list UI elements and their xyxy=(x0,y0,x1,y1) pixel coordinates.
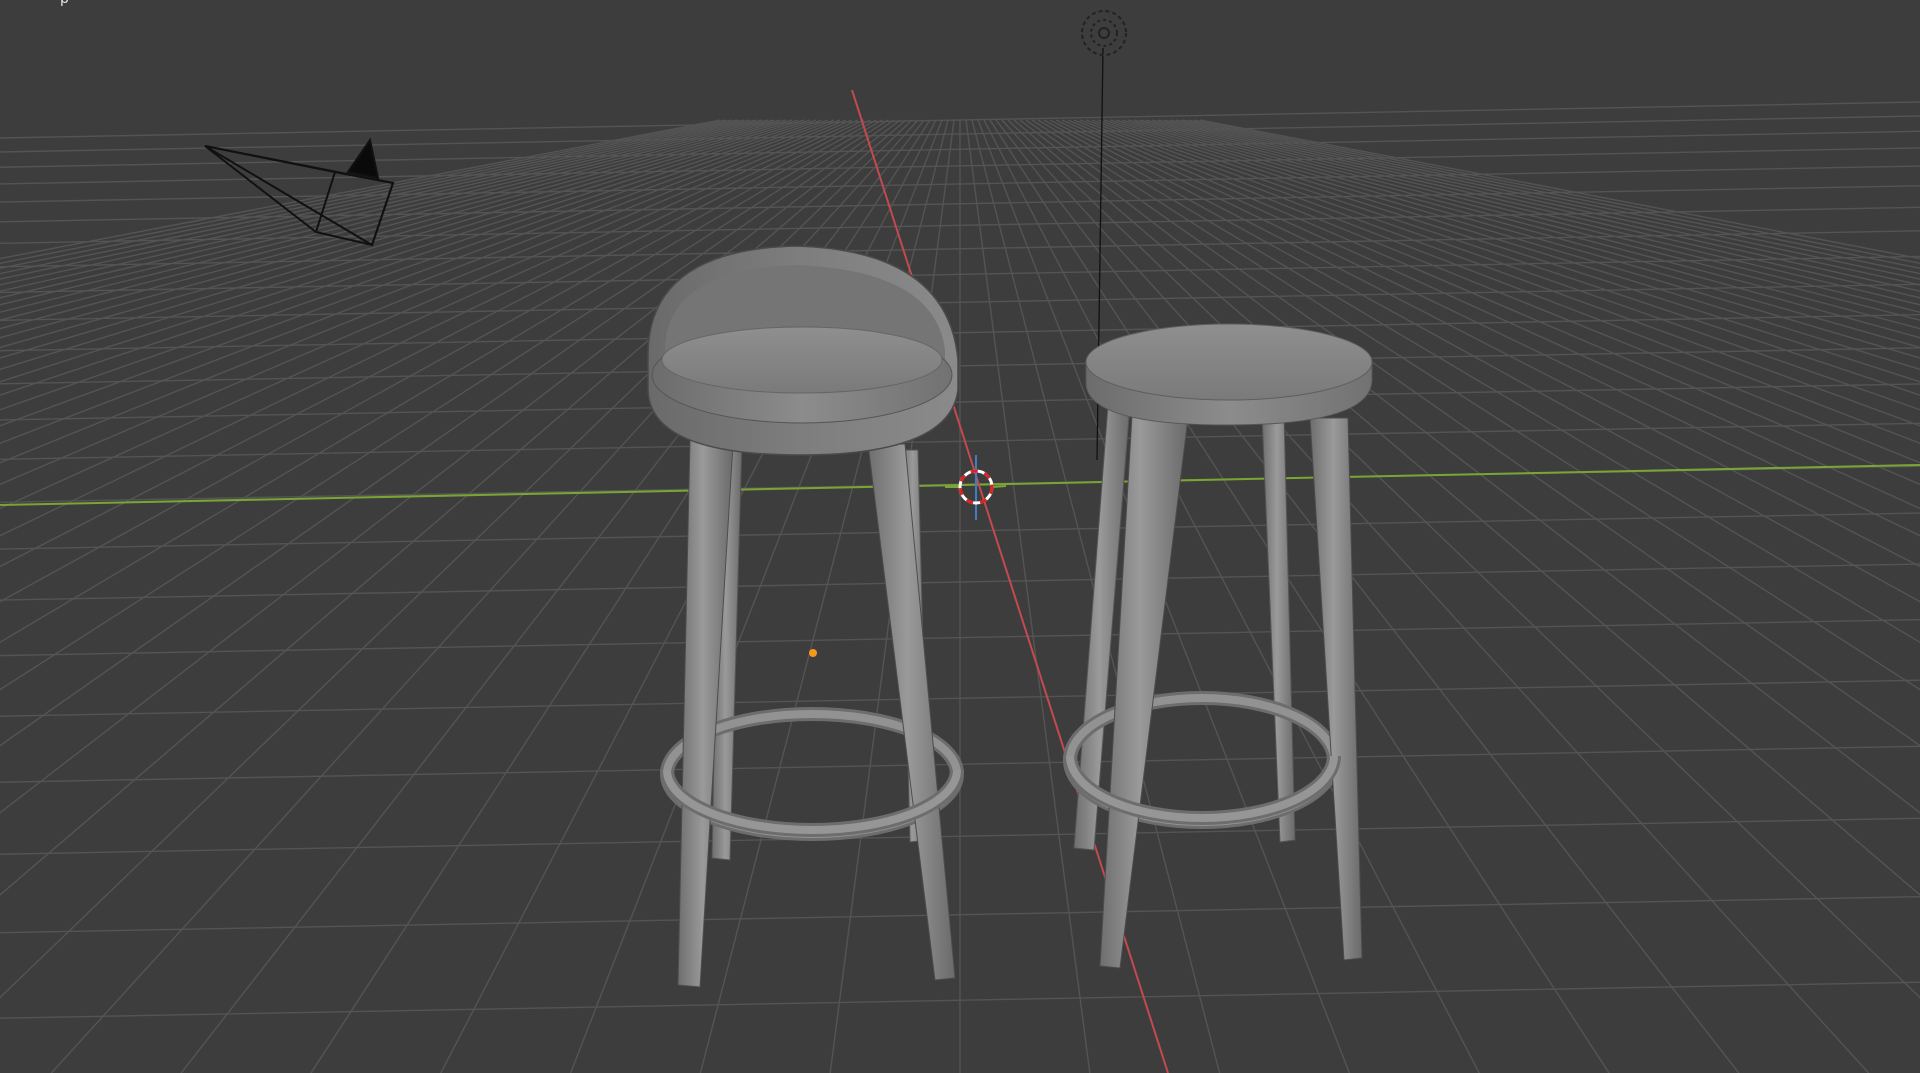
grid-line xyxy=(1055,119,1920,537)
grid-line xyxy=(1037,119,1920,644)
grid-line xyxy=(977,119,1351,1073)
grid-line xyxy=(965,119,1091,1073)
grid-line xyxy=(1061,119,1920,510)
stool-with-backrest[interactable] xyxy=(647,245,964,988)
3d-viewport[interactable]: p xyxy=(0,0,1920,1073)
floor-grid xyxy=(0,101,1920,1073)
grid-line xyxy=(1121,119,1920,349)
grid-line xyxy=(1067,119,1920,486)
stool-round-seat[interactable] xyxy=(1063,323,1373,969)
grid-line xyxy=(1145,119,1920,313)
3d-cursor-icon[interactable] xyxy=(945,455,1007,520)
object-origin-dot xyxy=(809,649,817,657)
viewport-canvas[interactable] xyxy=(0,0,1920,1073)
grid-line xyxy=(983,119,1481,1073)
grid-line xyxy=(1043,119,1920,603)
grid-line xyxy=(1115,119,1920,359)
grid-line xyxy=(1139,119,1920,321)
